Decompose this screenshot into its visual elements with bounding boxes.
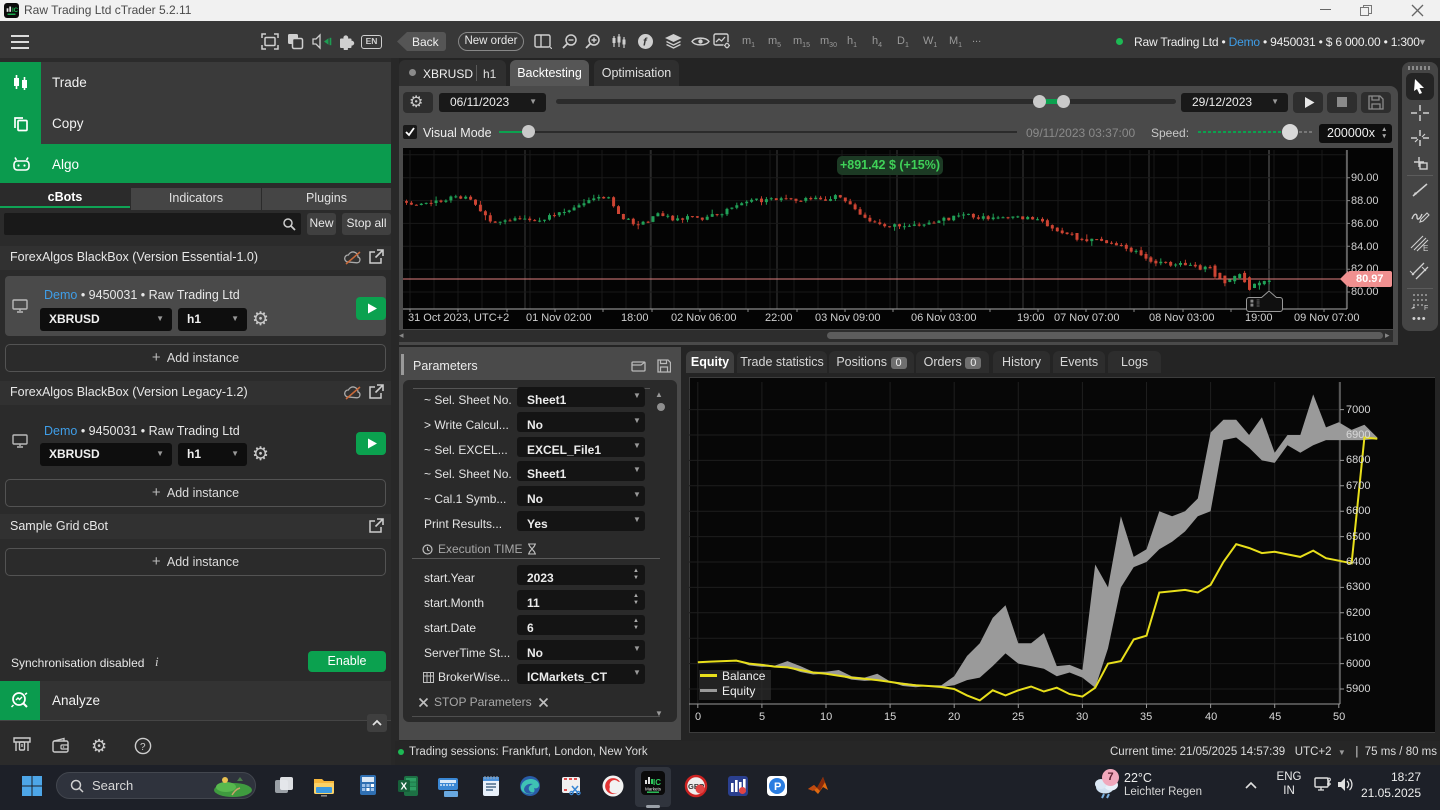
svg-text:P: P (774, 781, 781, 793)
svg-text:F: F (1424, 305, 1428, 311)
svg-text:IC: IC (12, 7, 19, 14)
svg-text:Markets: Markets (645, 787, 662, 792)
svg-text:X: X (401, 782, 408, 793)
svg-text:E: E (1423, 244, 1428, 253)
svg-text:?: ? (140, 742, 146, 753)
